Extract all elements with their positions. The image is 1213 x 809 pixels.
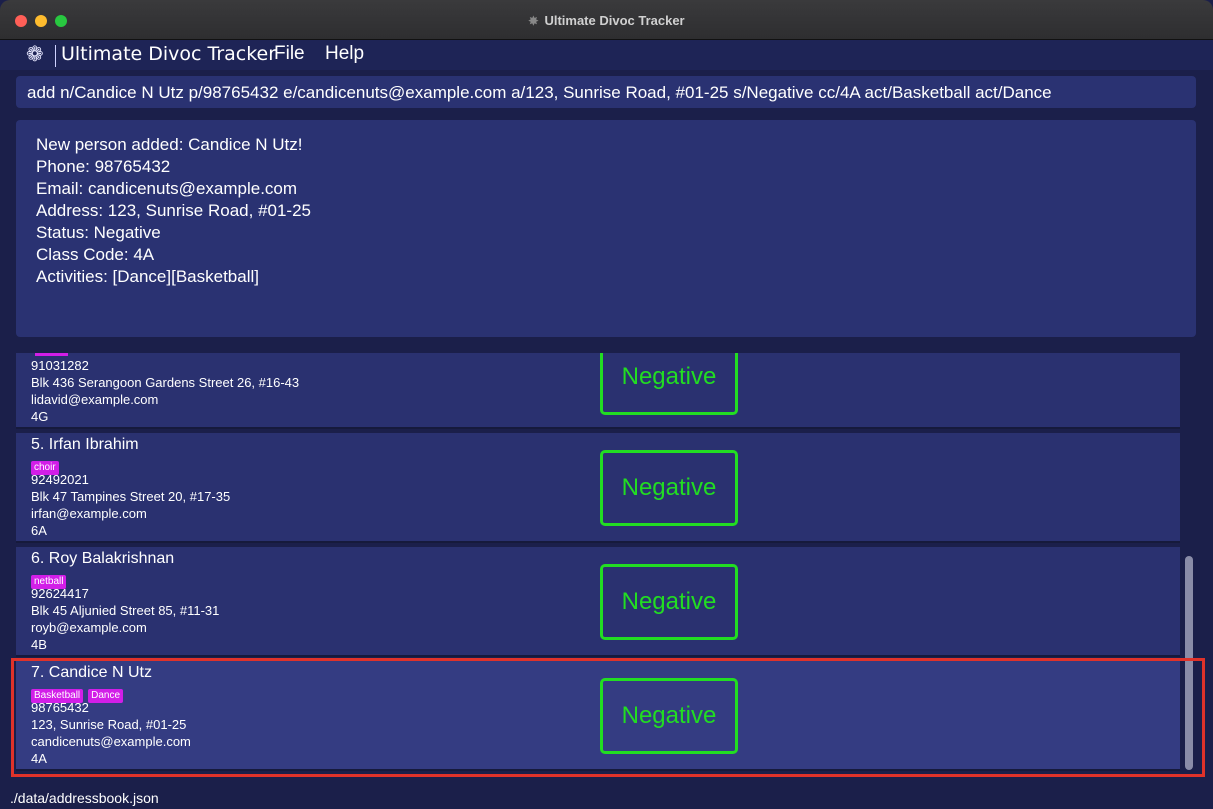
person-phone: 98765432 [31, 700, 89, 715]
app-title: Ultimate Divoc Tracker [61, 43, 277, 65]
person-phone: 92624417 [31, 586, 89, 601]
command-input[interactable]: add n/Candice N Utz p/98765432 e/candice… [16, 76, 1196, 108]
person-phone: 91031282 [31, 358, 89, 373]
app-icon: ✸ [528, 14, 539, 28]
tag-strip [35, 353, 68, 356]
person-card[interactable]: 5. Irfan Ibrahim choir 92492021 Blk 47 T… [16, 433, 1180, 543]
result-line: Activities: [Dance][Basketball] [36, 267, 259, 286]
person-address: 123, Sunrise Road, #01-25 [31, 717, 187, 732]
person-card-selected[interactable]: 7. Candice N Utz Basketball Dance 9876543… [16, 661, 1180, 771]
person-name: 5. Irfan Ibrahim [31, 436, 139, 453]
person-class-code: 6A [31, 523, 47, 538]
result-line: Address: 123, Sunrise Road, #01-25 [36, 201, 312, 220]
tag-list: netball [31, 571, 71, 589]
status-bar-file-path: ./data/addressbook.json [0, 786, 1213, 809]
window-title: ✸ Ultimate Divoc Tracker [0, 13, 1213, 28]
person-address: Blk 47 Tampines Street 20, #17-35 [31, 489, 231, 504]
status-badge: Negative [600, 353, 738, 415]
result-line: Email: candicenuts@example.com [36, 179, 298, 198]
menubar: ❁ Ultimate Divoc Tracker File Help [0, 40, 1213, 70]
status-badge: Negative [600, 564, 738, 640]
person-address: Blk 45 Aljunied Street 85, #11-31 [31, 603, 220, 618]
result-line: Phone: 98765432 [36, 157, 171, 176]
person-email: candicenuts@example.com [31, 734, 191, 749]
menu-help[interactable]: Help [325, 43, 364, 65]
window-title-text: Ultimate Divoc Tracker [544, 13, 685, 28]
result-line: New person added: Candice N Utz! [36, 135, 303, 154]
person-card[interactable]: 91031282 Blk 436 Serangoon Gardens Stree… [16, 353, 1180, 429]
person-name: 7. Candice N Utz [31, 664, 152, 681]
result-line: Status: Negative [36, 223, 161, 242]
person-name: 6. Roy Balakrishnan [31, 550, 175, 567]
person-class-code: 4B [31, 637, 47, 652]
tag: Dance [88, 689, 124, 703]
result-display: New person added: Candice N Utz! Phone: … [16, 120, 1196, 337]
status-badge: Negative [600, 450, 738, 526]
person-email: irfan@example.com [31, 506, 147, 521]
virus-logo-icon: ❁ [26, 43, 44, 66]
tag-list: choir [31, 457, 64, 475]
person-email: royb@example.com [31, 620, 147, 635]
person-list[interactable]: 91031282 Blk 436 Serangoon Gardens Stree… [12, 353, 1198, 775]
status-badge: Negative [600, 678, 738, 754]
window-titlebar: ✸ Ultimate Divoc Tracker [0, 0, 1213, 40]
menu-file[interactable]: File [274, 43, 305, 65]
list-scroll-thumb[interactable] [1185, 556, 1193, 770]
result-line: Class Code: 4A [36, 245, 155, 264]
person-phone: 92492021 [31, 472, 89, 487]
menu-divider [55, 45, 56, 67]
tag-list: Basketball Dance [31, 685, 128, 703]
person-class-code: 4A [31, 751, 47, 766]
person-email: lidavid@example.com [31, 392, 159, 407]
person-address: Blk 436 Serangoon Gardens Street 26, #16… [31, 375, 300, 390]
person-class-code: 4G [31, 409, 49, 424]
person-card[interactable]: 6. Roy Balakrishnan netball 92624417 Blk… [16, 547, 1180, 657]
